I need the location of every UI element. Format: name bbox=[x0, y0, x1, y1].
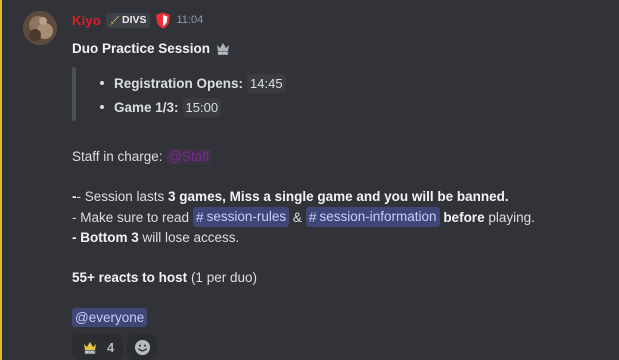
title-text: Duo Practice Session bbox=[72, 40, 211, 56]
add-reaction-button[interactable] bbox=[127, 334, 158, 360]
message-content: Kiyo DIVS 11:04 Duo Practice Session DIV… bbox=[72, 11, 609, 360]
staff-line: Staff in charge: @Staff bbox=[72, 147, 609, 167]
rule-line: -- Session lasts 3 games, Miss a single … bbox=[72, 187, 609, 207]
message-header: Kiyo DIVS 11:04 bbox=[72, 11, 609, 29]
message-title: Duo Practice Session DIVS bbox=[72, 39, 609, 57]
rule-bold: before bbox=[443, 210, 485, 225]
channel-name: session-rules bbox=[206, 209, 287, 224]
rule-text: - Make sure to read bbox=[72, 210, 193, 225]
list-item: Registration Opens: 14:45 bbox=[88, 71, 286, 95]
avatar[interactable] bbox=[23, 11, 57, 45]
host-line: 55+ reacts to host (1 per duo) bbox=[72, 268, 609, 288]
quote-bar bbox=[72, 67, 76, 121]
hash-icon: # bbox=[195, 209, 204, 225]
everyone-line: @everyone bbox=[72, 308, 609, 328]
reaction-divs-crown[interactable]: DIVS 4 bbox=[72, 334, 124, 360]
ampersand: & bbox=[292, 210, 302, 225]
rule-text: playing. bbox=[484, 210, 535, 225]
reactions-bar: DIVS 4 bbox=[72, 334, 609, 360]
avatar-image bbox=[23, 11, 57, 45]
host-text: (1 per duo) bbox=[190, 270, 257, 285]
rules-block: -- Session lasts 3 games, Miss a single … bbox=[72, 187, 609, 248]
clan-tag-label: DIVS bbox=[121, 14, 147, 26]
sword-icon bbox=[109, 15, 120, 25]
hash-icon: # bbox=[308, 209, 317, 225]
schedule-time: 14:45 bbox=[247, 73, 286, 93]
rule-line: - Make sure to read # session-rules & # se… bbox=[72, 207, 609, 228]
schedule-label: Registration Opens: bbox=[114, 75, 244, 91]
host-bold: 55+ reacts to host bbox=[72, 270, 188, 285]
divs-crown-icon: DIVS bbox=[84, 342, 96, 354]
channel-mention-session-rules[interactable]: # session-rules bbox=[192, 207, 290, 227]
staff-label: Staff in charge: bbox=[72, 149, 163, 164]
list-item: Game 1/3: 15:00 bbox=[88, 95, 286, 119]
staff-role-mention[interactable]: @Staff bbox=[166, 149, 212, 164]
svg-text:DIVS: DIVS bbox=[85, 350, 95, 354]
chat-message: Kiyo DIVS 11:04 Duo Practice Session DIV… bbox=[0, 0, 619, 360]
rule-text: - Session lasts bbox=[76, 189, 169, 204]
username[interactable]: Kiyo bbox=[72, 13, 101, 28]
bullet bbox=[100, 81, 104, 85]
rule-text: will lose access. bbox=[138, 230, 240, 245]
schedule-quote: Registration Opens: 14:45 Game 1/3: 15:0… bbox=[72, 67, 609, 121]
schedule-time: 15:00 bbox=[182, 97, 222, 117]
everyone-mention[interactable]: @everyone bbox=[72, 308, 148, 327]
rule-line: - Bottom 3 will lose access. bbox=[72, 228, 609, 248]
divs-crown-emoji-icon: DIVS bbox=[217, 43, 230, 55]
rule-bold: - Bottom 3 bbox=[72, 230, 139, 245]
shield-badge-icon[interactable] bbox=[155, 12, 171, 29]
schedule-list: Registration Opens: 14:45 Game 1/3: 15:0… bbox=[88, 67, 286, 121]
clan-tag[interactable]: DIVS bbox=[105, 12, 150, 28]
bullet bbox=[100, 105, 104, 109]
timestamp[interactable]: 11:04 bbox=[177, 14, 204, 26]
schedule-label: Game 1/3: bbox=[114, 99, 179, 115]
channel-name: session-information bbox=[319, 209, 437, 224]
channel-mention-session-information[interactable]: # session-information bbox=[305, 207, 440, 227]
reaction-count: 4 bbox=[107, 339, 115, 355]
svg-text:DIVS: DIVS bbox=[218, 51, 228, 55]
rule-bold: 3 games, Miss a single game and you will… bbox=[168, 189, 509, 204]
smiley-icon bbox=[134, 339, 150, 355]
